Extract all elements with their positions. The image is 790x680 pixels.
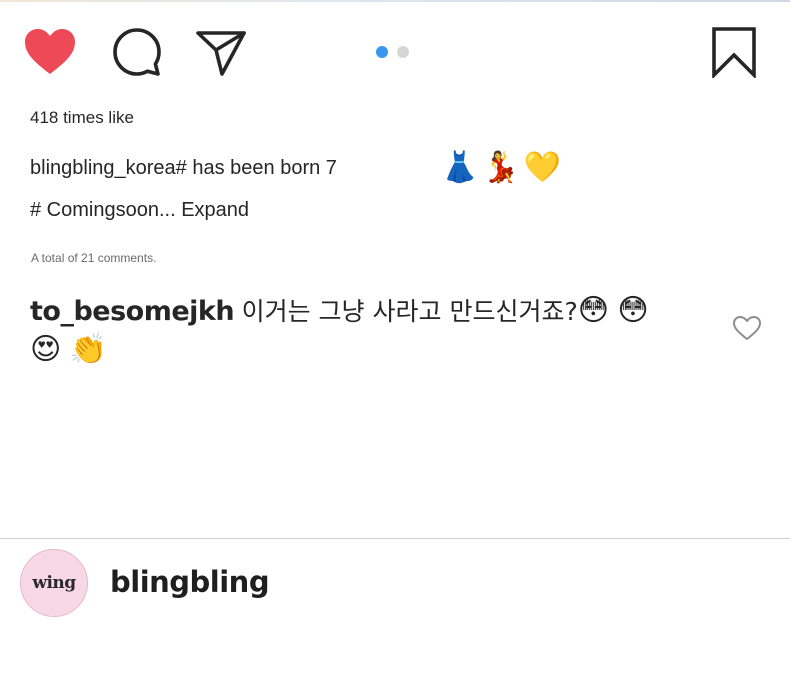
paper-plane-icon [196, 31, 246, 76]
likes-count[interactable]: 418 times like [30, 108, 134, 128]
carousel-dot[interactable] [397, 46, 409, 58]
heart-outline-icon [733, 316, 761, 340]
heart-filled-icon [25, 29, 75, 74]
carousel-indicator [376, 46, 409, 58]
comment-like-button[interactable] [732, 315, 762, 341]
comment-count[interactable]: A total of 21 comments. [31, 251, 156, 265]
profile-username[interactable]: blingbling [110, 565, 270, 599]
avatar[interactable]: wing [20, 549, 88, 617]
caption-hashtag: # Comingsoon... [30, 199, 176, 221]
comment-text: 이거는 그냥 사라고 만드신거죠? [241, 297, 578, 326]
comment-emoji-line2: 😍 👏 [30, 333, 107, 366]
comment-button[interactable] [109, 22, 165, 82]
speech-bubble-icon [113, 28, 161, 76]
top-divider-line [0, 0, 790, 2]
comment-emoji: 😳 😳 [577, 294, 649, 327]
comment-item: to_besomejkh 이거는 그냥 사라고 만드신거죠?😳 😳 😍 👏 [30, 292, 710, 369]
share-button[interactable] [193, 22, 249, 82]
expand-link[interactable]: Expand [181, 199, 249, 221]
avatar-logo-text: wing [32, 573, 76, 593]
like-button[interactable] [22, 22, 78, 82]
comment-username[interactable]: to_besomejkh [30, 296, 235, 327]
caption-emoji: 👗💃💛 [441, 151, 566, 184]
save-button[interactable] [706, 22, 762, 82]
caption-text: blingbling_korea# has been born 7 [30, 157, 337, 179]
profile-bar: wing blingbling [0, 539, 790, 680]
carousel-dot-active[interactable] [376, 46, 388, 58]
bookmark-icon [712, 27, 756, 78]
caption-hashtag-line: # Comingsoon... Expand [30, 199, 249, 222]
